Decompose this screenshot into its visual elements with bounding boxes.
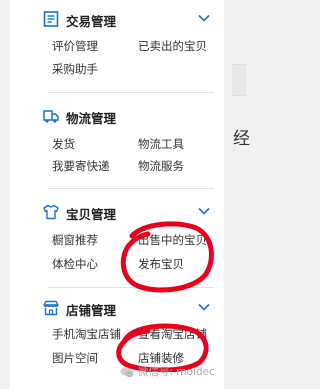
link-mobile-taobao-store[interactable]: 手机淘宝店铺	[52, 326, 121, 342]
link-image-space[interactable]: 图片空间	[52, 350, 98, 366]
link-view-taobao-store[interactable]: 查看淘宝店铺	[138, 326, 207, 342]
main-content-edge	[224, 0, 246, 389]
chevron-down-icon[interactable]	[198, 14, 210, 22]
link-publish-item[interactable]: 发布宝贝	[138, 256, 184, 272]
link-review-management[interactable]: 评价管理	[52, 38, 98, 54]
content-heading-fragment: 经	[233, 129, 250, 149]
chevron-down-icon[interactable]	[198, 303, 210, 311]
section-title-trade[interactable]: 交易管理	[66, 11, 116, 30]
link-ship[interactable]: 发货	[52, 136, 75, 152]
wechat-watermark: 微信号: moldec	[120, 364, 215, 379]
section-title-logistics[interactable]: 物流管理	[66, 108, 116, 127]
truck-icon	[43, 110, 59, 123]
link-logistics-tools[interactable]: 物流工具	[138, 136, 184, 152]
trade-document-icon	[43, 11, 59, 27]
link-logistics-services[interactable]: 物流服务	[138, 158, 184, 174]
section-title-items[interactable]: 宝贝管理	[66, 204, 116, 223]
watermark-text: 微信号: moldec	[138, 366, 215, 378]
link-sold-items[interactable]: 已卖出的宝贝	[138, 38, 207, 54]
link-items-on-sale[interactable]: 出售中的宝贝	[138, 232, 207, 248]
wechat-icon	[120, 367, 134, 377]
link-window-recommend[interactable]: 橱窗推荐	[52, 232, 98, 248]
shirt-icon	[43, 204, 59, 220]
link-purchase-assistant[interactable]: 采购助手	[52, 61, 98, 77]
chevron-down-icon[interactable]	[198, 207, 210, 215]
section-divider	[48, 188, 214, 189]
storefront-icon	[43, 300, 59, 316]
section-title-store[interactable]: 店铺管理	[66, 300, 116, 319]
content-header-bar	[232, 64, 246, 96]
link-health-check[interactable]: 体检中心	[52, 256, 98, 272]
link-send-express[interactable]: 我要寄快递	[52, 158, 110, 174]
section-divider	[48, 92, 214, 93]
section-divider	[48, 287, 214, 288]
